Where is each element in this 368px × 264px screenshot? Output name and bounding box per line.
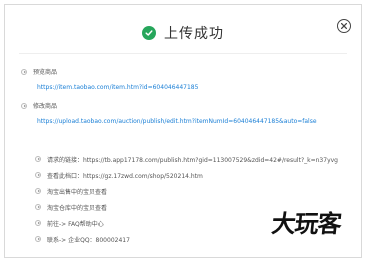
- edit-section: 修改商品 https://upload.taobao.com/auction/p…: [21, 101, 317, 125]
- edit-label-row: 修改商品: [21, 101, 317, 110]
- header-divider: [19, 53, 347, 54]
- info-text: 请求的链接：https://tb.app17178.com/publish.ht…: [47, 156, 338, 164]
- bullet-icon: [21, 68, 27, 75]
- dialog-title: 上传成功: [164, 26, 224, 42]
- bullet-icon: [35, 188, 41, 194]
- bullet-icon: [35, 220, 41, 226]
- preview-label-row: 预览商品: [21, 67, 198, 76]
- bullet-icon: [35, 156, 41, 162]
- info-text: 查看此档口：https://gz.17zwd.com/shop/520214.h…: [47, 172, 203, 180]
- list-item-on-sale[interactable]: 淘宝出售中的宝贝查看: [35, 183, 338, 199]
- preview-link[interactable]: https://item.taobao.com/item.htm?id=6040…: [37, 84, 198, 91]
- close-icon: [340, 22, 348, 30]
- info-text: 前往-> FAQ帮助中心: [47, 220, 104, 228]
- edit-label: 修改商品: [33, 103, 58, 110]
- info-text: 淘宝仓库中的宝贝查看: [47, 204, 108, 212]
- watermark-logo: 大玩客: [270, 209, 343, 238]
- info-text: 联系-> 企业QQ：800002417: [47, 236, 130, 244]
- preview-section: 预览商品 https://item.taobao.com/item.htm?id…: [21, 67, 198, 91]
- bullet-icon: [35, 204, 41, 210]
- bullet-icon: [21, 102, 27, 109]
- edit-link[interactable]: https://upload.taobao.com/auction/publis…: [37, 118, 317, 125]
- upload-success-dialog: 上传成功 预览商品 https://item.taobao.com/item.h…: [4, 4, 362, 258]
- close-button[interactable]: [337, 19, 351, 33]
- info-text: 淘宝出售中的宝贝查看: [47, 188, 108, 196]
- list-item-view-shop[interactable]: 查看此档口：https://gz.17zwd.com/shop/520214.h…: [35, 167, 338, 183]
- preview-label: 预览商品: [33, 69, 58, 76]
- check-circle-icon: [142, 26, 156, 40]
- list-item-request-link[interactable]: 请求的链接：https://tb.app17178.com/publish.ht…: [35, 151, 338, 167]
- dialog-header: 上传成功: [5, 15, 361, 51]
- bullet-icon: [35, 172, 41, 178]
- bullet-icon: [35, 236, 41, 242]
